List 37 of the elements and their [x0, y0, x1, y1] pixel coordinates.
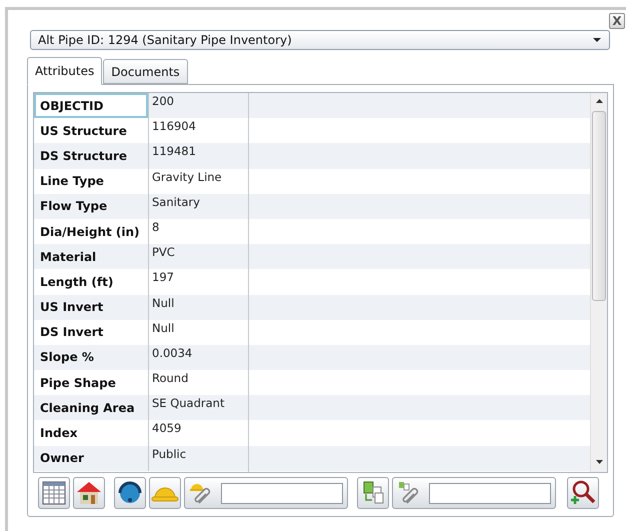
headset-icon [117, 481, 143, 505]
attribute-label[interactable]: Cleaning Area [34, 395, 148, 420]
attribute-label[interactable]: Line Type [34, 168, 148, 194]
tab[interactable]: Documents [103, 59, 188, 84]
attribute-value: Public [148, 446, 186, 471]
scroll-up-icon[interactable] [596, 99, 604, 103]
attribute-label[interactable]: DS Invert [34, 320, 148, 345]
attribute-label[interactable]: Length (ft) [34, 269, 148, 294]
attribute-label[interactable]: Flow Type [34, 194, 148, 219]
pipe-dropdown[interactable]: Alt Pipe ID: 1294 (Sanitary Pipe Inventory) [30, 30, 610, 50]
attribute-label[interactable]: Dia/Height (in) [34, 218, 148, 244]
documents-button[interactable] [357, 477, 389, 509]
scrollbar[interactable] [590, 93, 607, 472]
tab[interactable]: Attributes [27, 57, 102, 85]
dropdown-arrow-icon [593, 38, 601, 42]
support-button[interactable] [114, 477, 146, 509]
house-icon [76, 481, 102, 505]
attribute-label[interactable]: US Structure [34, 118, 148, 144]
scroll-down-icon[interactable] [596, 460, 604, 464]
scroll-thumb[interactable] [592, 111, 606, 301]
attribute-label[interactable]: OBJECTID [34, 93, 148, 118]
attribute-label[interactable]: Material [34, 244, 148, 270]
documents-icon [361, 481, 385, 505]
zoom-in-button[interactable] [567, 477, 599, 509]
attribute-label[interactable]: Pipe Shape [34, 370, 148, 396]
attachment-field[interactable] [429, 482, 551, 504]
table-icon [42, 481, 66, 505]
attribute-label[interactable]: Slope % [34, 344, 148, 370]
attribute-label[interactable]: Owner [34, 446, 148, 471]
close-button[interactable]: X [609, 13, 625, 29]
attribute-label[interactable]: Index [34, 420, 148, 446]
attribute-label[interactable]: US Invert [34, 294, 148, 320]
attribute-label[interactable]: DS Structure [34, 143, 148, 169]
table-button[interactable] [38, 477, 70, 509]
magnifier-plus-icon [570, 480, 596, 506]
home-button[interactable] [73, 477, 105, 509]
attachment-field[interactable] [221, 482, 343, 504]
